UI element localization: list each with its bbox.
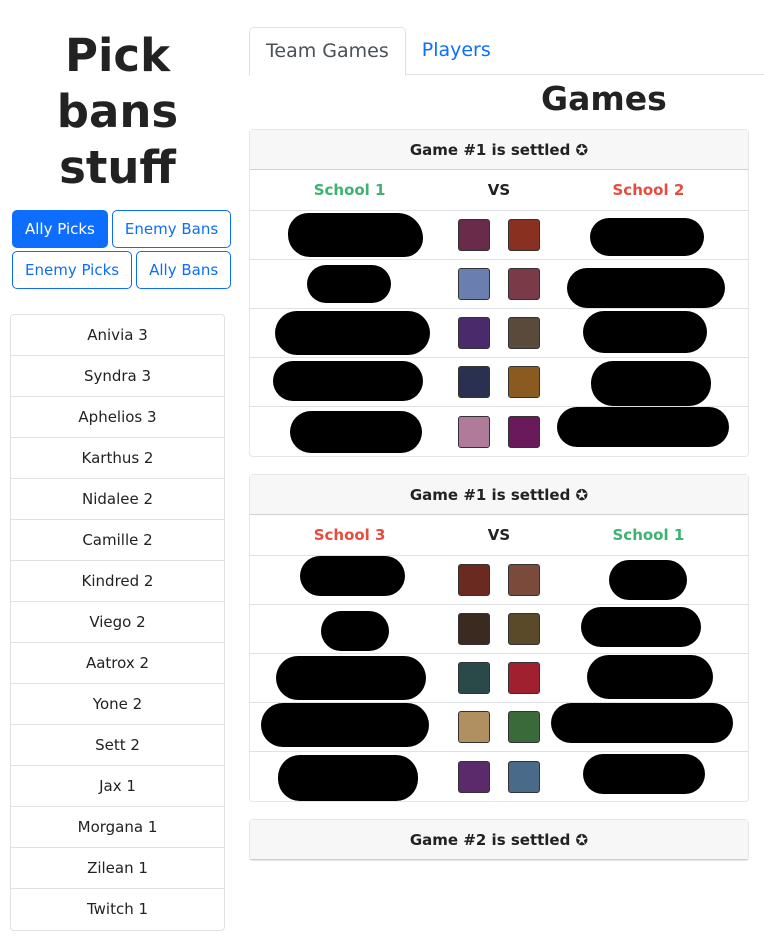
rengar-icon xyxy=(508,711,540,743)
ezreal-icon xyxy=(458,711,490,743)
fiora-icon xyxy=(458,219,490,251)
pick-row xyxy=(250,260,748,309)
sidebar: Pick bans stuff Ally Picks Enemy Bans En… xyxy=(10,0,232,947)
team-row: School 1 VS School 2 xyxy=(250,170,748,211)
game-card: Game #1 is settled ✪ School 1 VS School … xyxy=(249,129,749,457)
pick-row xyxy=(250,752,748,801)
qiyana-icon xyxy=(508,613,540,645)
player-redacted xyxy=(250,309,449,357)
champion-count-list: Anivia 3 Syndra 3 Aphelios 3 Karthus 2 N… xyxy=(10,314,225,931)
game-header: Game #1 is settled ✪ xyxy=(250,475,748,515)
player-redacted xyxy=(250,703,449,751)
pick-row xyxy=(250,556,748,605)
list-item: Anivia 3 xyxy=(11,315,224,356)
tab-players[interactable]: Players xyxy=(406,27,507,75)
list-item: Syndra 3 xyxy=(11,356,224,397)
team2-name: School 1 xyxy=(612,526,685,544)
app-title: Pick bans stuff xyxy=(56,29,179,194)
player-redacted xyxy=(250,407,449,456)
list-item: Zilean 1 xyxy=(11,848,224,889)
list-item: Morgana 1 xyxy=(11,807,224,848)
player-redacted xyxy=(549,556,748,604)
list-item: Aatrox 2 xyxy=(11,643,224,684)
game-header: Game #1 is settled ✪ xyxy=(250,130,748,170)
player-redacted xyxy=(250,605,449,653)
team1-name: School 3 xyxy=(313,526,386,544)
nidalee-icon xyxy=(508,366,540,398)
player-redacted xyxy=(549,358,748,406)
pick-row xyxy=(250,358,748,407)
main-content: Team Games Players Games Game #1 is sett… xyxy=(249,27,764,861)
player-redacted xyxy=(549,407,748,456)
list-item: Sett 2 xyxy=(11,725,224,766)
pick-row xyxy=(250,654,748,703)
enemy-picks-button[interactable]: Enemy Picks xyxy=(12,251,133,289)
pick-row xyxy=(250,605,748,654)
list-item: Camille 2 xyxy=(11,520,224,561)
garen-icon xyxy=(508,317,540,349)
vs-label: VS xyxy=(487,526,511,544)
player-redacted xyxy=(250,752,449,801)
list-item: Karthus 2 xyxy=(11,438,224,479)
vs-label: VS xyxy=(487,181,511,199)
enemy-bans-button[interactable]: Enemy Bans xyxy=(111,210,232,248)
team-row: School 3 VS School 1 xyxy=(250,515,748,556)
pick-row xyxy=(250,309,748,358)
kindred-icon xyxy=(458,268,490,300)
list-item: Yone 2 xyxy=(11,684,224,725)
team2-name: School 2 xyxy=(612,181,685,199)
tab-bar: Team Games Players xyxy=(249,27,764,76)
aatrox-icon xyxy=(508,662,540,694)
wukong-icon xyxy=(508,219,540,251)
player-redacted xyxy=(250,654,449,702)
player-redacted xyxy=(250,556,449,604)
list-item: Nidalee 2 xyxy=(11,479,224,520)
pantheon-icon xyxy=(508,564,540,596)
filter-buttons: Ally Picks Enemy Bans Enemy Picks Ally B… xyxy=(10,210,232,292)
player-redacted xyxy=(549,752,748,801)
list-item: Jax 1 xyxy=(11,766,224,807)
game-header: Game #2 is settled ✪ xyxy=(250,820,748,860)
list-item: Viego 2 xyxy=(11,602,224,643)
player-redacted xyxy=(549,605,748,653)
player-redacted xyxy=(250,211,449,259)
team1-name: School 1 xyxy=(313,181,386,199)
zilean-icon xyxy=(508,760,540,793)
player-redacted xyxy=(549,260,748,308)
syndra-icon xyxy=(458,317,490,349)
player-redacted xyxy=(549,654,748,702)
player-redacted xyxy=(549,309,748,357)
morgana-icon xyxy=(458,760,490,793)
pick-row xyxy=(250,211,748,260)
lulu-icon xyxy=(458,415,490,448)
akali-icon xyxy=(458,662,490,694)
ally-bans-button[interactable]: Ally Bans xyxy=(136,251,232,289)
player-redacted xyxy=(549,703,748,751)
pick-row xyxy=(250,407,748,456)
draven-icon xyxy=(458,613,490,645)
pick-row xyxy=(250,703,748,752)
player-redacted xyxy=(549,211,748,259)
list-item: Kindred 2 xyxy=(11,561,224,602)
tab-team-games[interactable]: Team Games xyxy=(249,27,406,76)
list-item: Aphelios 3 xyxy=(11,397,224,438)
game-card: Game #1 is settled ✪ School 3 VS School … xyxy=(249,474,749,802)
ally-picks-button[interactable]: Ally Picks xyxy=(12,210,108,248)
game-card: Game #2 is settled ✪ xyxy=(249,819,749,861)
list-item: Twitch 1 xyxy=(86,900,149,918)
player-redacted xyxy=(250,358,449,406)
darius-icon xyxy=(458,564,490,596)
page-title: Games xyxy=(541,79,667,118)
player-redacted xyxy=(250,260,449,308)
vayne-icon xyxy=(508,268,540,300)
evelynn-icon xyxy=(508,415,540,448)
kalista-icon xyxy=(458,366,490,398)
